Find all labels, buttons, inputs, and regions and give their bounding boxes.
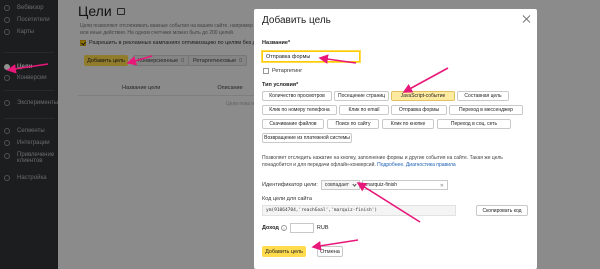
checkbox-icon[interactable] xyxy=(263,68,269,74)
condition-views[interactable]: Количество просмотров xyxy=(262,91,332,101)
identifier-row: Идентификатор цели: совпадает marquiz-fi… xyxy=(262,180,448,190)
add-goal-dialog: Добавить цель Название* Отправка формы Р… xyxy=(254,9,537,269)
condition-composite[interactable]: Составная цель xyxy=(457,91,509,101)
condition-messenger[interactable]: Переход в мессенджер xyxy=(449,105,523,115)
condition-js-event[interactable]: JavaScript-событие xyxy=(391,91,455,101)
income-label: Доход xyxy=(262,225,279,231)
condition-page-visit[interactable]: Посещение страниц xyxy=(334,91,389,101)
income-row: Доход i RUB xyxy=(262,223,329,233)
condition-type-label: Тип условия* xyxy=(262,82,299,88)
js-event-help: Позволяет отследить нажатие на кнопку, з… xyxy=(262,155,503,168)
diagnostics-link[interactable]: Диагностика правила xyxy=(406,162,456,168)
goal-name-input[interactable]: Отправка формы xyxy=(262,51,360,62)
condition-payment-return[interactable]: Возвращение из платежной системы xyxy=(262,133,352,143)
condition-email-click[interactable]: Клик по email xyxy=(339,105,389,115)
currency-label: RUB xyxy=(316,225,329,231)
info-icon[interactable]: i xyxy=(280,225,287,231)
copy-code-button[interactable]: Скопировать код xyxy=(476,205,528,216)
identifier-input[interactable]: marquiz-finish ✕ xyxy=(361,180,448,190)
clear-icon[interactable]: ✕ xyxy=(440,183,444,189)
more-link[interactable]: Подробнее. xyxy=(377,162,404,168)
identifier-label: Идентификатор цели: xyxy=(262,182,318,188)
condition-site-search[interactable]: Поиск по сайту xyxy=(327,119,379,129)
condition-form-submit[interactable]: Отправка формы xyxy=(391,105,447,115)
close-icon[interactable] xyxy=(523,15,531,23)
code-label: Код цели для сайта xyxy=(262,196,312,202)
income-input[interactable] xyxy=(289,223,314,233)
cancel-button[interactable]: Отмена xyxy=(317,246,343,257)
retargeting-checkbox[interactable]: Ретаргетинг xyxy=(263,68,302,74)
condition-social[interactable]: Переход в соц. сеть xyxy=(437,119,511,129)
dialog-title: Добавить цель xyxy=(262,15,331,26)
chevron-down-icon xyxy=(352,181,357,187)
condition-file-download[interactable]: Скачивание файлов xyxy=(262,119,324,129)
goal-name-label: Название* xyxy=(262,40,291,46)
submit-goal-button[interactable]: Добавить цель xyxy=(262,246,306,257)
condition-phone-click[interactable]: Клик по номеру телефона xyxy=(262,105,337,115)
condition-button-click[interactable]: Клик по кнопке xyxy=(382,119,434,129)
goal-code[interactable]: ym(91064704,'reachGoal','marquiz-finish'… xyxy=(262,205,456,216)
match-select[interactable]: совпадает xyxy=(320,180,360,190)
